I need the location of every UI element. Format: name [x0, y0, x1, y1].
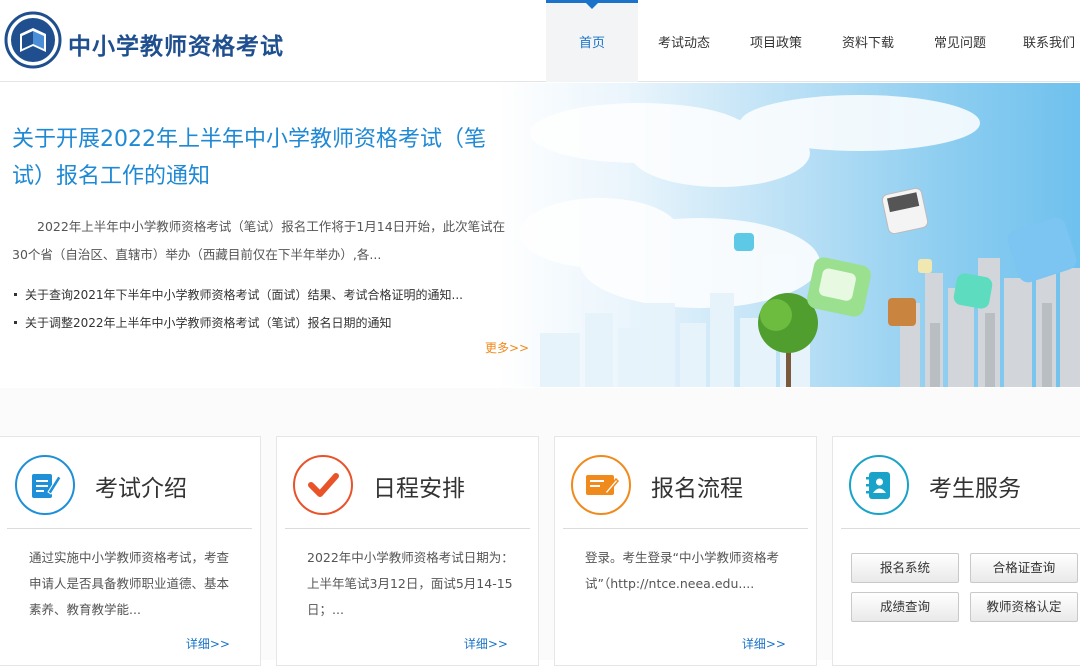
- banner-headline[interactable]: 关于开展2022年上半年中小学教师资格考试（笔试）报名工作的通知: [12, 121, 512, 195]
- news-list: 关于查询2021年下半年中小学教师资格考试（面试）结果、考试合格证明的通知...…: [14, 281, 519, 337]
- nav-home[interactable]: 首页: [546, 0, 638, 82]
- document-edit-icon: [15, 455, 75, 515]
- nav-exam-news[interactable]: 考试动态: [638, 0, 730, 82]
- card-candidate-services: 考生服务 报名系统 合格证查询 成绩查询 教师资格认定: [832, 436, 1080, 666]
- bullet-icon: [14, 292, 17, 296]
- form-pen-icon: [571, 455, 631, 515]
- site-header: 中小学教师资格考试 首页 考试动态 项目政策 资料下载 常见问题 联系我们: [0, 0, 1080, 82]
- card-body: 通过实施中小学教师资格考试，考查申请人是否具备教师职业道德、基本素养、教育教学能…: [29, 550, 230, 617]
- details-link[interactable]: 详细>>: [464, 635, 508, 652]
- divider: [841, 528, 1080, 529]
- site-title[interactable]: 中小学教师资格考试: [68, 27, 284, 61]
- hero-banner: 关于开展2022年上半年中小学教师资格考试（笔试）报名工作的通知 2022年上半…: [0, 83, 1080, 387]
- certificate-query-button[interactable]: 合格证查询: [970, 553, 1078, 583]
- banner-description: 2022年上半年中小学教师资格考试（笔试）报名工作将于1月14日开始，此次笔试在…: [12, 219, 506, 262]
- divider: [7, 528, 252, 529]
- nav-contact[interactable]: 联系我们: [1006, 0, 1080, 82]
- nav-policy[interactable]: 项目政策: [730, 0, 822, 82]
- nav-downloads[interactable]: 资料下载: [822, 0, 914, 82]
- divider: [285, 528, 530, 529]
- card-registration-process: 报名流程 登录。考生登录“中小学教师资格考试”（http://ntce.neea…: [554, 436, 817, 666]
- card-title[interactable]: 报名流程: [651, 469, 743, 503]
- card-title[interactable]: 考试介绍: [95, 469, 187, 503]
- details-link[interactable]: 详细>>: [186, 635, 230, 652]
- details-link[interactable]: 详细>>: [742, 635, 786, 652]
- divider: [563, 528, 808, 529]
- card-exam-intro: 考试介绍 通过实施中小学教师资格考试，考查申请人是否具备教师职业道德、基本素养、…: [0, 436, 261, 666]
- card-body: 2022年中小学教师资格考试日期为：上半年笔试3月12日，面试5月14-15日；…: [307, 550, 514, 617]
- site-logo-icon[interactable]: [4, 8, 62, 72]
- checkmark-icon: [293, 455, 353, 515]
- bullet-icon: [14, 320, 17, 324]
- news-item[interactable]: 关于调整2022年上半年中小学教师资格考试（笔试）报名日期的通知: [14, 309, 519, 337]
- score-query-button[interactable]: 成绩查询: [851, 592, 959, 622]
- card-body: 登录。考生登录“中小学教师资格考试”（http://ntce.neea.edu.…: [585, 550, 779, 591]
- card-title[interactable]: 日程安排: [373, 469, 465, 503]
- news-item[interactable]: 关于查询2021年下半年中小学教师资格考试（面试）结果、考试合格证明的通知...: [14, 281, 519, 309]
- teacher-certification-button[interactable]: 教师资格认定: [970, 592, 1078, 622]
- nav-faq[interactable]: 常见问题: [914, 0, 1006, 82]
- more-news-link[interactable]: 更多>>: [485, 339, 529, 356]
- registration-system-button[interactable]: 报名系统: [851, 553, 959, 583]
- news-item-text: 关于查询2021年下半年中小学教师资格考试（面试）结果、考试合格证明的通知...: [25, 288, 463, 302]
- main-nav: 首页 考试动态 项目政策 资料下载 常见问题 联系我们: [546, 0, 1080, 82]
- card-schedule: 日程安排 2022年中小学教师资格考试日期为：上半年笔试3月12日，面试5月14…: [276, 436, 539, 666]
- contact-book-icon: [849, 455, 909, 515]
- news-item-text: 关于调整2022年上半年中小学教师资格考试（笔试）报名日期的通知: [25, 316, 392, 330]
- card-title[interactable]: 考生服务: [929, 469, 1021, 503]
